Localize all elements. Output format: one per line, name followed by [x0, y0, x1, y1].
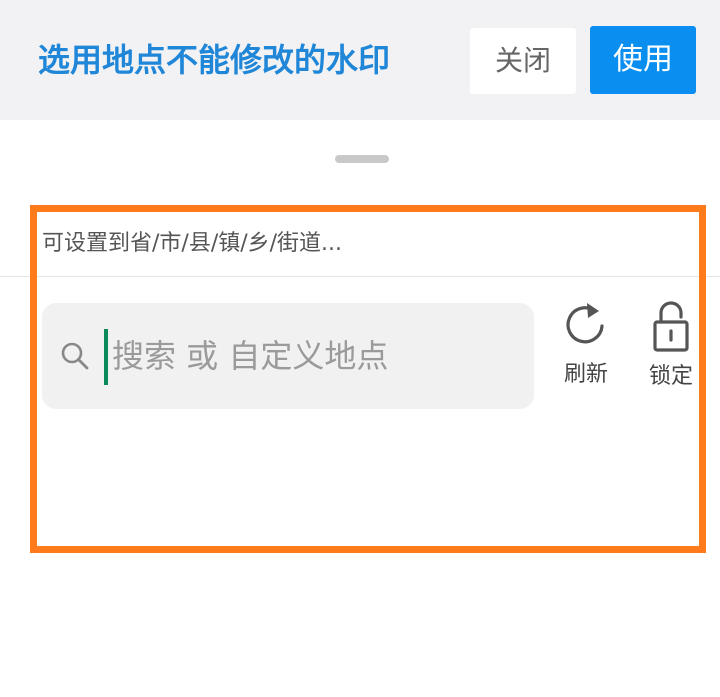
page-title: 选用地点不能修改的水印 [38, 41, 391, 79]
close-button[interactable]: 关闭 [470, 28, 576, 94]
use-button[interactable]: 使用 [590, 26, 696, 94]
highlight-frame [30, 205, 706, 553]
drag-handle[interactable] [335, 155, 389, 163]
header-bar: 选用地点不能修改的水印 关闭 使用 [0, 0, 720, 120]
watermark-location-panel: 选用地点不能修改的水印 关闭 使用 可设置到省/市/县/镇/乡/街道... 刷新 [0, 0, 720, 697]
